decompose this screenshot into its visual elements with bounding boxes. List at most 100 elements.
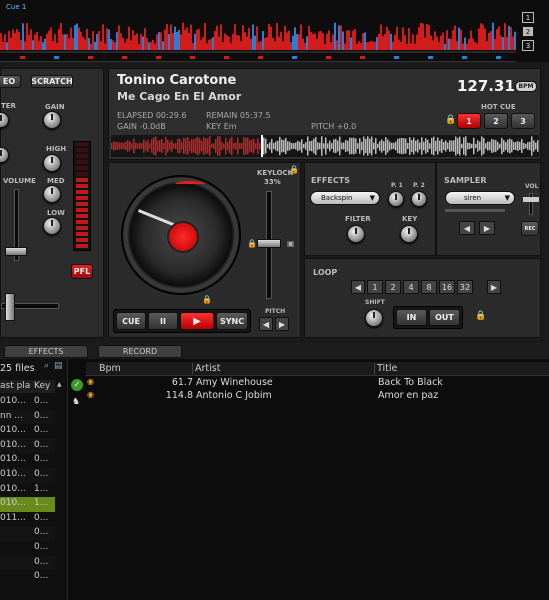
folder-list-item[interactable]: 010... 0...: [0, 453, 55, 468]
pitch-reset-icon[interactable]: ▣: [287, 239, 295, 248]
list-view-icon[interactable]: ▤: [54, 361, 63, 371]
volume-fader-handle[interactable]: [5, 247, 27, 256]
video-tab[interactable]: EO: [0, 75, 21, 88]
key-cell: 0...: [34, 425, 49, 436]
hot-cue-3[interactable]: 3: [511, 113, 535, 129]
key-cell: 0...: [34, 396, 49, 406]
table-row[interactable]: ◉ 61.7 Amy Winehouse Back To Black: [86, 377, 549, 390]
folder-list-item[interactable]: 010... 0...: [0, 395, 55, 410]
effect-select[interactable]: Backspin ▼: [310, 191, 380, 205]
loop-size-2-button[interactable]: 2: [385, 280, 401, 294]
effect-filter-knob[interactable]: [347, 225, 365, 243]
key-header[interactable]: Key: [34, 381, 50, 391]
high-label: HIGH: [46, 145, 67, 153]
low-knob[interactable]: [43, 217, 61, 235]
tab-record[interactable]: RECORD: [98, 345, 182, 358]
key-cell: 0...: [34, 439, 49, 450]
folder-list-item[interactable]: 0...: [0, 570, 55, 585]
track-waveform[interactable]: [111, 135, 539, 157]
folder-list-item[interactable]: 010... 0...: [0, 438, 55, 454]
eq-knob-partial[interactable]: [0, 147, 9, 163]
gain-knob[interactable]: [43, 111, 61, 129]
sync-button[interactable]: SYNC: [216, 312, 248, 330]
folder-list-item[interactable]: 011... 0...: [0, 512, 55, 527]
overview-waveform[interactable]: Cue 1: [0, 0, 516, 62]
pitch-lock-icon[interactable]: 🔒: [247, 239, 257, 248]
loop-out-button[interactable]: OUT: [429, 309, 460, 326]
shift-label: SHIFT: [365, 299, 385, 306]
jog-center-label: [167, 221, 199, 253]
table-row[interactable]: ◉ 114.8 Antonio C Jobim Amor en paz: [86, 390, 549, 403]
pitch-slider-handle[interactable]: [257, 239, 281, 248]
search-icon[interactable]: ⌕: [44, 361, 49, 371]
filter-knob[interactable]: [0, 112, 9, 128]
folder-list-item[interactable]: 010... 0...: [0, 424, 55, 439]
cue-button[interactable]: CUE: [116, 312, 146, 330]
folder-list-item[interactable]: 0...: [0, 555, 55, 571]
loop-size-4-button[interactable]: 4: [403, 280, 419, 294]
folder-list-item[interactable]: 0...: [0, 541, 55, 556]
loop-next-button[interactable]: ▶: [487, 280, 501, 294]
pitch-up-button[interactable]: ▶: [275, 317, 289, 331]
tab-effects[interactable]: EFFECTS: [4, 345, 88, 358]
folder-list-item[interactable]: 010... 1...: [0, 497, 55, 512]
add-folder-icon[interactable]: ✓: [71, 379, 83, 391]
keylock-percent: 33%: [264, 178, 281, 186]
bpm-button[interactable]: BPM: [515, 81, 537, 92]
folder-list-item[interactable]: nn ... 0...: [0, 409, 55, 425]
last-played-header[interactable]: ast pla: [0, 381, 30, 391]
pitch-readout: PITCH +0.0: [311, 122, 357, 131]
sampler-next-button[interactable]: ▶: [479, 221, 495, 235]
sampler-rec-button[interactable]: REC: [521, 221, 539, 236]
loop-size-16-button[interactable]: 16: [439, 280, 455, 294]
pause-button[interactable]: II: [148, 312, 178, 330]
scroll-up-icon[interactable]: ▲: [57, 381, 62, 388]
hot-cue-1[interactable]: 1: [457, 113, 481, 129]
crossfader-handle[interactable]: [5, 293, 15, 321]
bpm-value: 127.31: [457, 77, 515, 95]
sampler-select-value: siren: [464, 194, 482, 202]
key-readout: KEY Em: [206, 122, 237, 131]
sampler-select[interactable]: siren ▼: [445, 191, 515, 205]
folder-list-item[interactable]: 010... 1...: [0, 483, 55, 498]
hot-cue-2[interactable]: 2: [484, 113, 508, 129]
loop-in-button[interactable]: IN: [396, 309, 427, 326]
jog-lock-icon[interactable]: 🔒: [202, 295, 212, 304]
sampler-volume-handle[interactable]: [523, 197, 539, 202]
pitch-down-button[interactable]: ◀: [259, 317, 273, 331]
column-title-header[interactable]: Title: [374, 363, 397, 374]
lock-icon[interactable]: 🔒: [445, 115, 456, 125]
track-list-header: Bpm Artist Title: [86, 362, 549, 376]
column-bpm-header[interactable]: Bpm: [99, 363, 121, 374]
loop-prev-button[interactable]: ◀: [351, 280, 365, 294]
med-knob[interactable]: [43, 185, 61, 203]
high-knob[interactable]: [43, 154, 61, 172]
deck-3-button[interactable]: 3: [522, 40, 534, 51]
key-cell: 0...: [34, 468, 49, 479]
column-artist-header[interactable]: Artist: [192, 363, 220, 374]
loop-lock-icon[interactable]: 🔒: [475, 311, 486, 321]
sampler-prev-button[interactable]: ◀: [459, 221, 475, 235]
folder-list-item[interactable]: 010... 0...: [0, 467, 55, 483]
file-browser: 25 files ⌕ ▤ ast pla Key 010... 0... nn ..…: [0, 359, 549, 600]
p2-knob[interactable]: [411, 191, 427, 207]
folder-list-item[interactable]: 0...: [0, 526, 55, 541]
sidebar-item-icon[interactable]: ♞: [72, 397, 80, 407]
play-button[interactable]: ▶: [180, 312, 214, 330]
last-played-cell: 010...: [0, 498, 26, 509]
jog-wheel[interactable]: [121, 175, 241, 295]
scratch-tab[interactable]: SCRATCH: [31, 75, 73, 88]
p1-knob[interactable]: [388, 191, 404, 207]
keylock-lock-icon[interactable]: 🔒: [289, 165, 299, 174]
artist-cell: Amy Winehouse: [196, 377, 273, 388]
loop-size-1-button[interactable]: 1: [367, 280, 383, 294]
loop-size-32-button[interactable]: 32: [457, 280, 473, 294]
loop-size-8-button[interactable]: 8: [421, 280, 437, 294]
deck-2-button[interactable]: 2: [522, 26, 534, 37]
bpm-cell: 114.8: [165, 389, 193, 401]
deck-1-button[interactable]: 1: [522, 12, 534, 23]
p1-label: P. 1: [391, 182, 403, 189]
shift-knob[interactable]: [365, 309, 383, 327]
pfl-button[interactable]: PFL: [71, 264, 93, 279]
effect-key-knob[interactable]: [400, 225, 418, 243]
